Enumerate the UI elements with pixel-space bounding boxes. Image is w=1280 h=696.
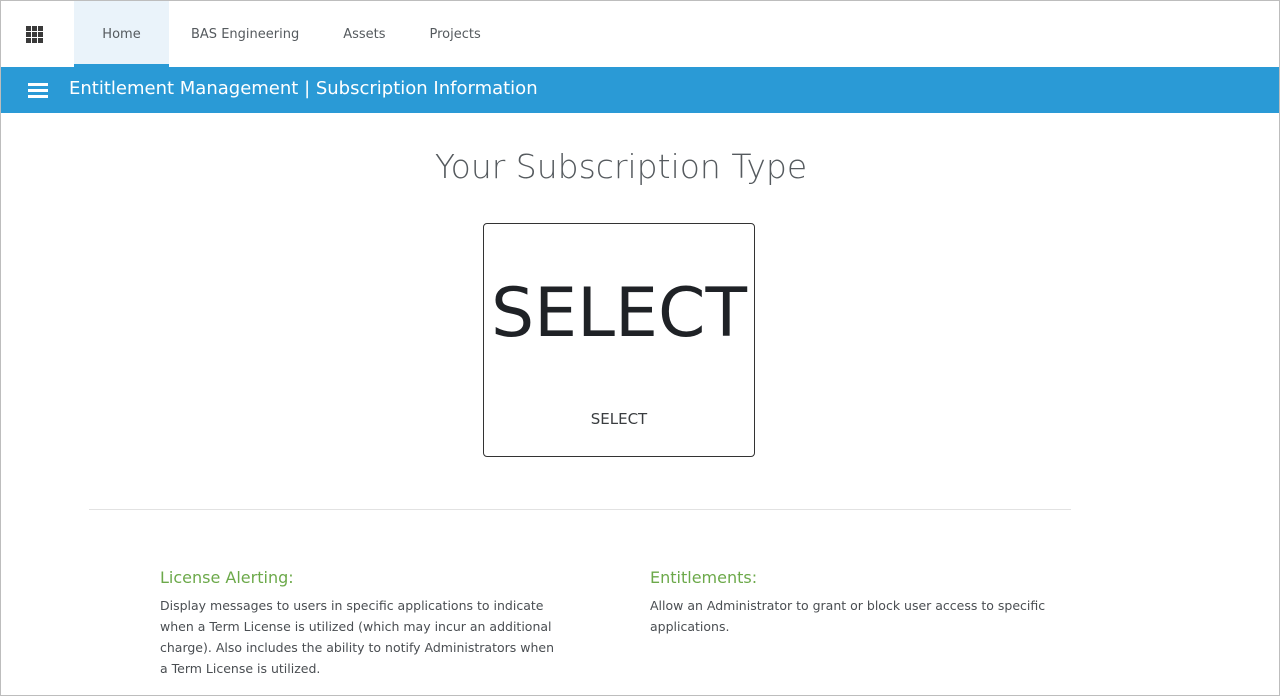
hamburger-menu-icon[interactable] [28, 83, 48, 98]
header-bar: Entitlement Management | Subscription In… [1, 67, 1279, 113]
header-title: Entitlement Management | Subscription In… [69, 78, 538, 99]
app-grid-icon[interactable] [26, 26, 43, 43]
tab-projects[interactable]: Projects [408, 1, 503, 67]
feature-description: Allow an Administrator to grant or block… [650, 598, 1046, 634]
subscription-type-card: SELECT SELECT [483, 223, 755, 457]
feature-license-alerting: License Alerting: Display messages to us… [160, 568, 560, 679]
feature-heading: Entitlements: [650, 568, 758, 587]
top-navigation: Home BAS Engineering Assets Projects [1, 1, 1279, 67]
section-divider [89, 509, 1071, 510]
subscription-type-small-label: SELECT [590, 410, 648, 428]
tab-assets[interactable]: Assets [321, 1, 407, 67]
tab-bar: Home BAS Engineering Assets Projects [74, 1, 503, 67]
tab-bas-engineering[interactable]: BAS Engineering [169, 1, 321, 67]
feature-description: Display messages to users in specific ap… [160, 598, 555, 676]
feature-entitlements: Entitlements: Allow an Administrator to … [650, 568, 1070, 637]
tab-home[interactable]: Home [74, 1, 169, 67]
page-title: Your Subscription Type [434, 147, 808, 186]
feature-heading: License Alerting: [160, 568, 294, 587]
subscription-type-big-label: SELECT [491, 274, 747, 353]
app-window: Home BAS Engineering Assets Projects Ent… [0, 0, 1280, 696]
